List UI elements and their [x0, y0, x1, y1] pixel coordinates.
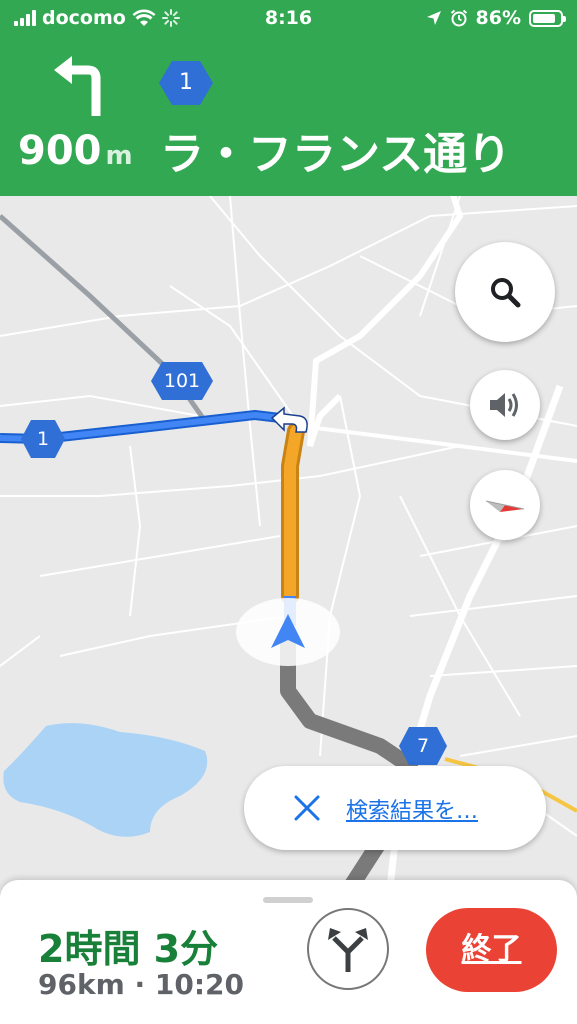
map-shield-1: 1 — [20, 419, 66, 459]
sound-button[interactable] — [470, 370, 540, 440]
distance-unit: m — [105, 141, 133, 171]
search-icon — [491, 278, 521, 308]
compass-button[interactable] — [470, 470, 540, 540]
map-shield-101: 101 — [150, 361, 214, 401]
route-number: 1 — [179, 70, 193, 95]
map-shield-label: 101 — [163, 370, 201, 392]
map-shield-label: 1 — [36, 428, 50, 450]
turn-distance: 900 m — [18, 128, 133, 174]
bottom-sheet[interactable]: 2時間 3分 96km · 10:20 終了 — [0, 880, 577, 1024]
search-results-link[interactable]: 検索結果を… — [346, 793, 478, 825]
end-navigation-button[interactable]: 終了 — [426, 908, 557, 992]
search-results-pill[interactable]: 検索結果を… — [244, 766, 546, 850]
speaker-icon — [490, 393, 518, 417]
map-shield-7: 7 — [398, 726, 448, 766]
battery-icon — [529, 9, 566, 27]
eta-duration: 2時間 3分 — [38, 927, 219, 971]
sheet-handle[interactable] — [263, 897, 313, 903]
search-button[interactable] — [455, 242, 555, 342]
status-right: 86% — [426, 7, 566, 29]
fork-icon — [328, 928, 368, 972]
status-bar: docomo 8:16 86% — [0, 0, 577, 38]
navigation-header: docomo 8:16 86% 900 m 1 ラ・フランス通り — [0, 0, 577, 196]
eta-details: 96km · 10:20 — [38, 968, 245, 1001]
distance-value: 900 — [18, 128, 102, 174]
battery-percent: 86% — [475, 7, 521, 29]
route-shield: 1 — [158, 60, 214, 106]
location-arrow-icon — [426, 11, 441, 25]
turn-left-arrow-icon — [54, 56, 101, 116]
compass-icon — [485, 500, 525, 512]
alternate-routes-button[interactable] — [307, 908, 389, 990]
lake — [3, 723, 208, 837]
close-icon[interactable] — [292, 793, 322, 823]
street-name: ラ・フランス通り — [160, 129, 512, 180]
map-shield-label: 7 — [416, 735, 430, 757]
alarm-icon — [450, 9, 467, 27]
